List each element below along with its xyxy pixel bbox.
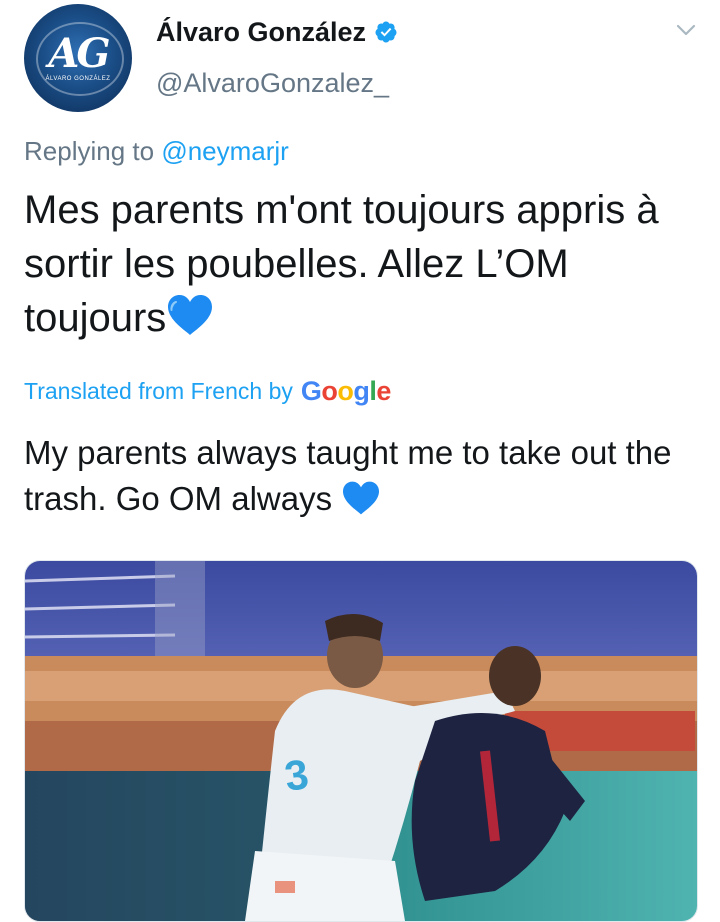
avatar[interactable]: AG ÁLVARO GONZÁLEZ [24,4,132,112]
blue-heart-icon [343,481,380,515]
tweet-text-content: Mes parents m'ont toujours appris à sort… [24,188,659,340]
display-name[interactable]: Álvaro González [156,17,366,48]
verified-badge-icon [375,21,397,43]
replying-to: Replying to @neymarjr [24,136,289,167]
translation-label[interactable]: Translated from French by Google [24,376,391,407]
replying-to-label: Replying to [24,136,155,166]
blue-heart-icon [168,295,213,335]
translated-from-label: Translated from French by [24,378,293,404]
avatar-caption: ÁLVARO GONZÁLEZ [45,76,111,82]
translated-text: My parents always taught me to take out … [24,430,704,522]
tweet-photo[interactable]: 3 [24,560,698,922]
photo-illustration: 3 [25,561,697,921]
chevron-down-icon[interactable] [674,18,698,42]
handle[interactable]: @AlvaroGonzalez_ [156,68,389,99]
name-row: Álvaro González [156,14,398,50]
reply-target-link[interactable]: @neymarjr [161,136,289,166]
tweet-text: Mes parents m'ont toujours appris à sort… [24,183,704,345]
google-logo: Google [300,376,392,406]
avatar-monogram: AG [48,30,110,77]
